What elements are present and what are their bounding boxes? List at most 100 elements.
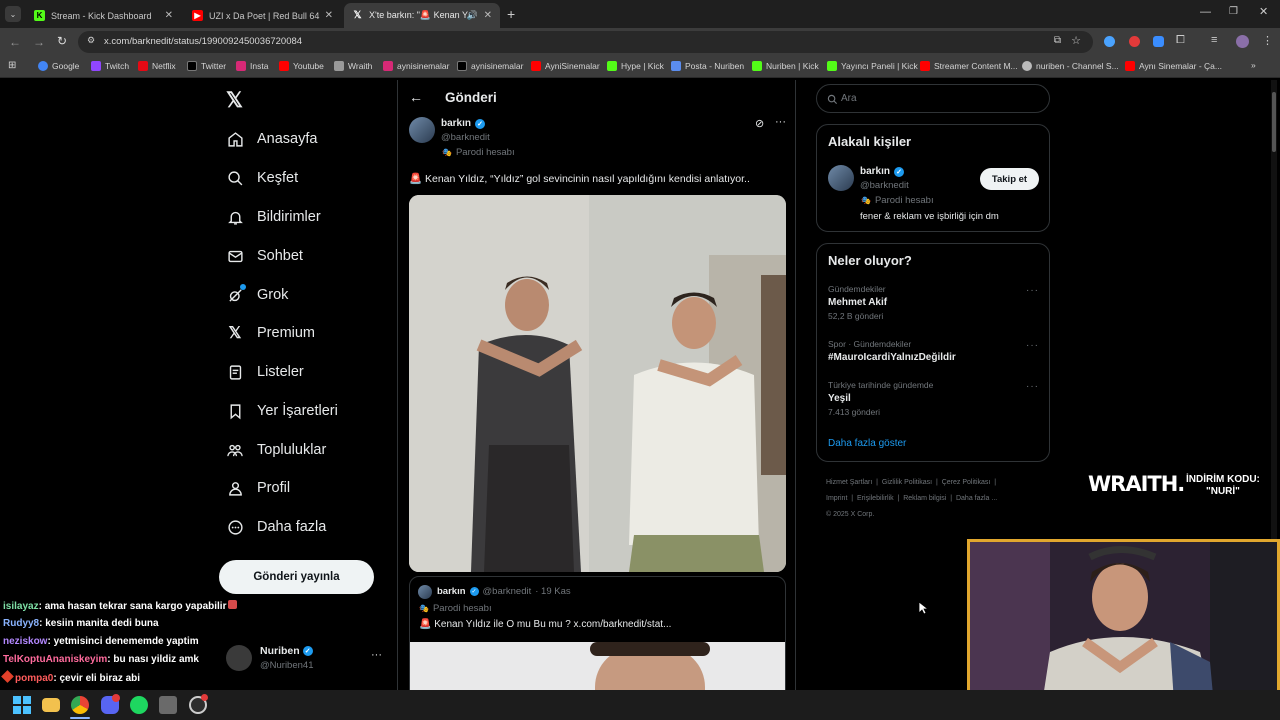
trend-item[interactable]: Türkiye tarihinde gündemde Yeşil 7.413 g… [828, 380, 1040, 417]
close-icon[interactable]: ✕ [325, 10, 333, 21]
bookmark-nuriben-kick[interactable]: Nuriben | Kick [752, 61, 819, 71]
tab-search-button[interactable]: ⌄ [5, 6, 21, 22]
more-bookmarks-icon[interactable]: » [1251, 60, 1256, 70]
sidebar-item-more[interactable]: Daha fazla [226, 515, 326, 539]
verified-icon: ✓ [469, 587, 479, 596]
more-icon[interactable]: ··· [371, 649, 382, 661]
tab-kick-dashboard[interactable]: K Stream - Kick Dashboard ✕ [26, 3, 181, 28]
puzzle-icon[interactable]: ⧠ [1176, 34, 1185, 47]
maximize-button[interactable]: ❐ [1229, 6, 1238, 17]
minimize-button[interactable]: — [1200, 6, 1211, 18]
bookmark-insta[interactable]: Insta [236, 61, 268, 71]
sidebar-item-premium[interactable]: 𝕏 Premium [226, 321, 315, 345]
site-info-icon[interactable]: ⚙ [87, 35, 95, 46]
bookmark-streamer-content[interactable]: Streamer Content M... [920, 61, 1018, 71]
follow-button[interactable]: Takip et [980, 168, 1039, 190]
related-parody-label: Parodi hesabı [874, 195, 934, 206]
bookmark-posta[interactable]: Posta - Nuriben [671, 61, 744, 71]
sidebar-item-grok[interactable]: Grok [226, 283, 288, 307]
grok-icon[interactable]: ⊘ [755, 117, 764, 130]
sidebar-item-notifications[interactable]: Bildirimler [226, 205, 321, 229]
bookmark-aynisinemalar-1[interactable]: aynisinemalar [383, 61, 449, 71]
bookmark-twitch[interactable]: Twitch [91, 61, 129, 71]
url-field[interactable]: ⚙ x.com/barknedit/status/199009245003672… [78, 31, 1093, 53]
new-tab-button[interactable]: + [507, 6, 515, 22]
sidebar-item-bookmarks[interactable]: Yer İşaretleri [226, 399, 338, 423]
bookmark-channel[interactable]: nuriben - Channel S... [1022, 61, 1119, 71]
forward-icon[interactable]: → [33, 35, 45, 49]
apps-icon[interactable]: ⊞ [8, 60, 16, 71]
back-icon[interactable]: ← [9, 35, 21, 49]
speaker-icon[interactable]: 🔊 [467, 10, 478, 21]
bookmark-hype-kick[interactable]: Hype | Kick [607, 61, 664, 71]
close-icon[interactable]: ✕ [165, 10, 173, 21]
account-name: Nuriben [260, 645, 300, 657]
spotify-icon[interactable] [130, 696, 148, 714]
windows-start-icon[interactable] [13, 696, 31, 714]
author-avatar[interactable] [409, 117, 435, 143]
chrome-icon[interactable] [71, 696, 89, 714]
sidebar-item-home[interactable]: Anasayfa [226, 127, 317, 151]
bookmark-youtube[interactable]: Youtube [279, 61, 324, 71]
menu-icon[interactable]: ⋮ [1262, 34, 1273, 47]
star-icon[interactable]: ☆ [1071, 34, 1081, 47]
wraith-logo: WRAITH. [1088, 472, 1185, 496]
file-explorer-icon[interactable] [42, 698, 60, 712]
x-logo-icon[interactable]: 𝕏 [226, 88, 243, 113]
show-more-link[interactable]: Daha fazla göster [828, 438, 906, 449]
related-name[interactable]: barkın [860, 166, 890, 177]
tab-x-post[interactable]: 𝕏 X'te barkın: "🚨 Kenan Yıldız 🔊 ✕ [344, 3, 500, 28]
bookmark-yayinci-paneli[interactable]: Yayıncı Paneli | Kick [827, 61, 918, 71]
extension-icon[interactable] [1129, 36, 1140, 47]
sidebar-item-lists[interactable]: Listeler [226, 360, 304, 384]
parody-mask-icon: 🎭 [861, 196, 871, 205]
bookmark-twitter[interactable]: Twitter [187, 61, 226, 71]
chat-message: pompa0: çevir eli biraz abi [1, 670, 140, 684]
trend-item[interactable]: Spor · Gündemdekiler #MauroIcardiYalnızD… [828, 339, 1040, 363]
back-arrow-icon[interactable]: ← [409, 89, 423, 105]
trends-title: Neler oluyor? [828, 253, 912, 268]
badge-icon [1, 670, 14, 683]
app-icon[interactable] [159, 696, 177, 714]
extension-icon[interactable] [1104, 36, 1115, 47]
parody-label: Parodi hesabı [455, 147, 515, 158]
post-column: ← Gönderi barkın ✓ @barknedit 🎭 Parodi h… [397, 80, 796, 706]
quoted-post[interactable]: barkın ✓ @barknedit · 19 Kas 🎭 Parodi he… [409, 576, 786, 706]
sidebar-item-explore[interactable]: Keşfet [226, 166, 298, 190]
close-window-button[interactable]: ✕ [1259, 5, 1268, 18]
author-handle[interactable]: @barknedit [441, 132, 490, 143]
more-icon[interactable]: ··· [1026, 285, 1039, 296]
chat-message: TelKoptuAnaniskeyim: bu nası yildiz amk [3, 654, 199, 665]
more-icon[interactable]: ··· [1026, 340, 1039, 351]
search-input[interactable]: Ara [816, 84, 1050, 113]
post-button[interactable]: Gönderi yayınla [219, 560, 374, 594]
more-icon[interactable]: ··· [775, 116, 786, 128]
tab-youtube[interactable]: ▶ UZI x Da Poet | Red Bull 64 Bars ✕ [184, 3, 341, 28]
trend-item[interactable]: Gündemdekiler Mehmet Akif 52,2 B gönderi [828, 284, 1040, 321]
sidebar-item-messages[interactable]: Sohbet [226, 244, 303, 268]
bookmark-wraith[interactable]: Wraith [334, 61, 372, 71]
bookmark-google[interactable]: Google [38, 61, 79, 71]
close-icon[interactable]: ✕ [484, 10, 492, 21]
bookmark-ayni-sinemalar[interactable]: Aynı Sinemalar - Ça... [1125, 61, 1222, 71]
install-icon[interactable]: ⧉ [1054, 35, 1061, 46]
post-video[interactable] [409, 195, 786, 572]
x-premium-icon: 𝕏 [228, 325, 242, 342]
bookmarks-bar: ⊞ Google Twitch Netflix Twitter Insta Yo… [0, 56, 1280, 78]
bookmark-aynisinemalar-3[interactable]: AyniSinemalar [531, 61, 600, 71]
related-avatar[interactable] [828, 165, 854, 191]
account-switcher[interactable]: Nuriben ✓ @Nuriben41 ··· [226, 643, 386, 675]
extension-icon[interactable] [1153, 36, 1164, 47]
media-icon[interactable]: ≡ [1211, 34, 1217, 46]
author-name[interactable]: barkın [441, 118, 471, 129]
profile-avatar-icon[interactable] [1236, 35, 1249, 48]
sidebar-item-profile[interactable]: Profil [226, 476, 290, 500]
verified-icon: ✓ [475, 118, 486, 129]
sidebar-item-communities[interactable]: Topluluklar [226, 438, 326, 462]
more-icon[interactable]: ··· [1026, 381, 1039, 392]
search-placeholder: Ara [841, 93, 857, 104]
reload-icon[interactable]: ↻ [57, 34, 67, 48]
bookmark-aynisinemalar-2[interactable]: aynisinemalar [457, 61, 523, 71]
quote-avatar [418, 585, 432, 599]
bookmark-netflix[interactable]: Netflix [138, 61, 176, 71]
